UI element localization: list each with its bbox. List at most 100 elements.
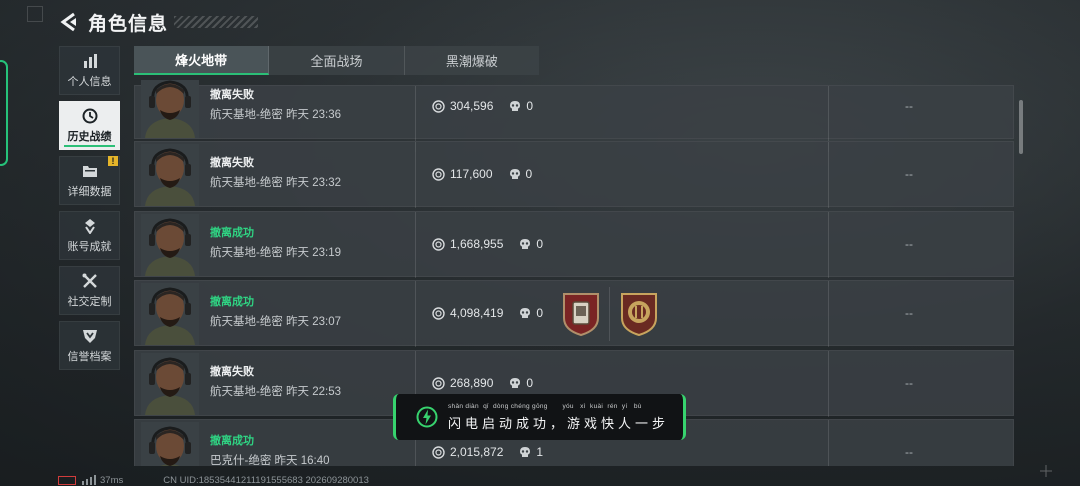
kill-count: 1 [536, 445, 544, 459]
toast-message: 闪电启动成功，游戏快人一步 [448, 417, 670, 432]
page-title: 角色信息 [88, 13, 169, 35]
extraction-status: 撤离成功 [210, 227, 254, 239]
extra-value: -- [905, 167, 913, 181]
extra-value: -- [905, 237, 913, 251]
match-info: 撤离成功航天基地-绝密 昨天 23:07 [210, 293, 341, 329]
match-row[interactable]: 撤离成功航天基地-绝密 昨天 23:19 1,668,955 0 -- [134, 211, 1014, 278]
sidebar-item-reputation[interactable]: 信誉档案 [59, 321, 120, 370]
toast-pinyin: shǎn diàn qǐ dòng chéng gōng yóu xì kuài… [448, 403, 642, 410]
side-handle[interactable] [0, 60, 8, 166]
coin-icon [432, 306, 445, 320]
column-divider [415, 212, 416, 278]
uid-text: CN UID:18535441211191555683 202609280013 [163, 474, 369, 486]
sidebar-item-personal-info[interactable]: 个人信息 [59, 46, 120, 95]
lightning-icon [416, 406, 438, 428]
match-info: 撤离成功航天基地-绝密 昨天 23:19 [210, 224, 341, 260]
sidebar-item-label: 社交定制 [67, 295, 112, 308]
tab-dark-tide-demolition[interactable]: 黑潮爆破 [405, 46, 539, 75]
extra-value: -- [905, 99, 913, 113]
extraction-status: 撤离成功 [210, 296, 254, 308]
money-value: 117,600 [450, 167, 493, 181]
tab-full-battlefield[interactable]: 全面战场 [269, 46, 405, 75]
skull-icon [520, 308, 531, 318]
match-stats: 117,600 0 [432, 167, 532, 181]
kill-count: 0 [525, 167, 533, 181]
sidebar: 个人信息 历史战绩 ! 详细数据 账号成就 社交定制 信誉档案 [59, 46, 120, 376]
money-value: 1,668,955 [450, 237, 504, 251]
skull-icon [509, 169, 520, 179]
map-time-detail: 航天基地-绝密 昨天 22:53 [210, 386, 341, 398]
skull-icon [520, 239, 531, 249]
kill-count: 0 [536, 237, 544, 251]
match-stats: 1,668,955 0 [432, 237, 543, 251]
medal-icon [84, 218, 95, 234]
plus-icon [1040, 465, 1052, 477]
map-time-detail: 航天基地-绝密 昨天 23:07 [210, 316, 341, 328]
match-row[interactable]: 撤离失败 航天基地-绝密 昨天 23:32 117,600 0 -- [134, 141, 1014, 208]
kill-count: 0 [536, 306, 544, 320]
kill-count: 0 [526, 99, 534, 113]
coin-icon [432, 99, 445, 113]
column-divider [415, 281, 416, 347]
sidebar-item-achievements[interactable]: 账号成就 [59, 211, 120, 260]
alert-badge: ! [108, 156, 118, 166]
match-row[interactable]: 撤离失败航天基地-绝密 昨天 23:36 304,596 0 -- [134, 80, 1014, 152]
list-scrollbar[interactable] [1019, 100, 1023, 154]
sidebar-item-label: 详细数据 [67, 185, 112, 198]
sidebar-item-label: 历史战绩 [67, 130, 112, 143]
operator-avatar [141, 144, 199, 206]
money-value: 268,890 [450, 376, 494, 390]
money-value: 304,596 [450, 99, 494, 113]
sidebar-item-detailed-data[interactable]: ! 详细数据 [59, 156, 120, 205]
extraction-status: 撤离失败 [210, 366, 254, 378]
gold-emblem-medal-icon[interactable] [619, 292, 659, 336]
map-time-detail: 航天基地-绝密 昨天 23:19 [210, 247, 341, 259]
map-time-detail: 巴克什-绝密 昨天 16:40 [210, 455, 330, 466]
page-header: 角色信息 [58, 8, 259, 36]
skull-icon [510, 101, 521, 111]
column-divider [415, 142, 416, 208]
kill-count: 0 [526, 376, 534, 390]
sidebar-item-label: 信誉档案 [67, 350, 112, 363]
extraction-status: 撤离失败 [210, 89, 254, 101]
match-stats: 304,596 0 [432, 99, 533, 113]
skull-icon [520, 447, 531, 457]
column-divider [828, 351, 829, 417]
coin-icon [432, 376, 445, 390]
operator-avatar [141, 353, 199, 415]
skull-icon [510, 378, 521, 388]
coin-icon [432, 167, 445, 181]
ping-value: 37ms [100, 474, 124, 486]
mode-tabs: 烽火地带 全面战场 黑潮爆破 [134, 46, 539, 75]
extra-value: -- [905, 306, 913, 320]
status-footer: 37ms CN UID:18535441211191555683 2026092… [58, 474, 369, 486]
tab-warzone-extraction[interactable]: 烽火地带 [134, 46, 270, 75]
extra-value: -- [905, 376, 913, 390]
match-stats: 268,890 0 [432, 376, 533, 390]
folder-icon [82, 165, 97, 177]
clock-icon [82, 108, 97, 123]
operator-avatar [141, 214, 199, 276]
operator-avatar [141, 422, 199, 466]
medal-divider [609, 287, 610, 341]
shield-icon [82, 329, 97, 343]
money-value: 4,098,419 [450, 306, 504, 320]
tools-icon [82, 273, 97, 288]
extra-value: -- [905, 445, 913, 459]
match-stats: 4,098,419 0 [432, 306, 543, 320]
toast-notification: shǎn diàn qǐ dòng chéng gōng yóu xì kuài… [393, 394, 686, 440]
match-info: 撤离成功 巴克什-绝密 昨天 16:40 [210, 432, 330, 466]
title-decoration [174, 16, 259, 28]
sidebar-item-social-custom[interactable]: 社交定制 [59, 266, 120, 315]
coin-icon [432, 237, 445, 251]
bar-chart-icon [83, 53, 97, 68]
column-divider [828, 281, 829, 347]
coin-icon [432, 445, 445, 459]
sidebar-item-match-history[interactable]: 历史战绩 [59, 101, 120, 150]
map-time-detail: 航天基地-绝密 昨天 23:36 [210, 109, 341, 121]
match-row[interactable]: 撤离成功航天基地-绝密 昨天 23:07 4,098,419 0 -- [134, 280, 1014, 347]
back-arrow-icon[interactable] [58, 11, 80, 33]
red-shield-medal-icon[interactable] [561, 292, 601, 336]
map-time-detail: 航天基地-绝密 昨天 23:32 [210, 177, 341, 189]
money-value: 2,015,872 [450, 445, 504, 459]
